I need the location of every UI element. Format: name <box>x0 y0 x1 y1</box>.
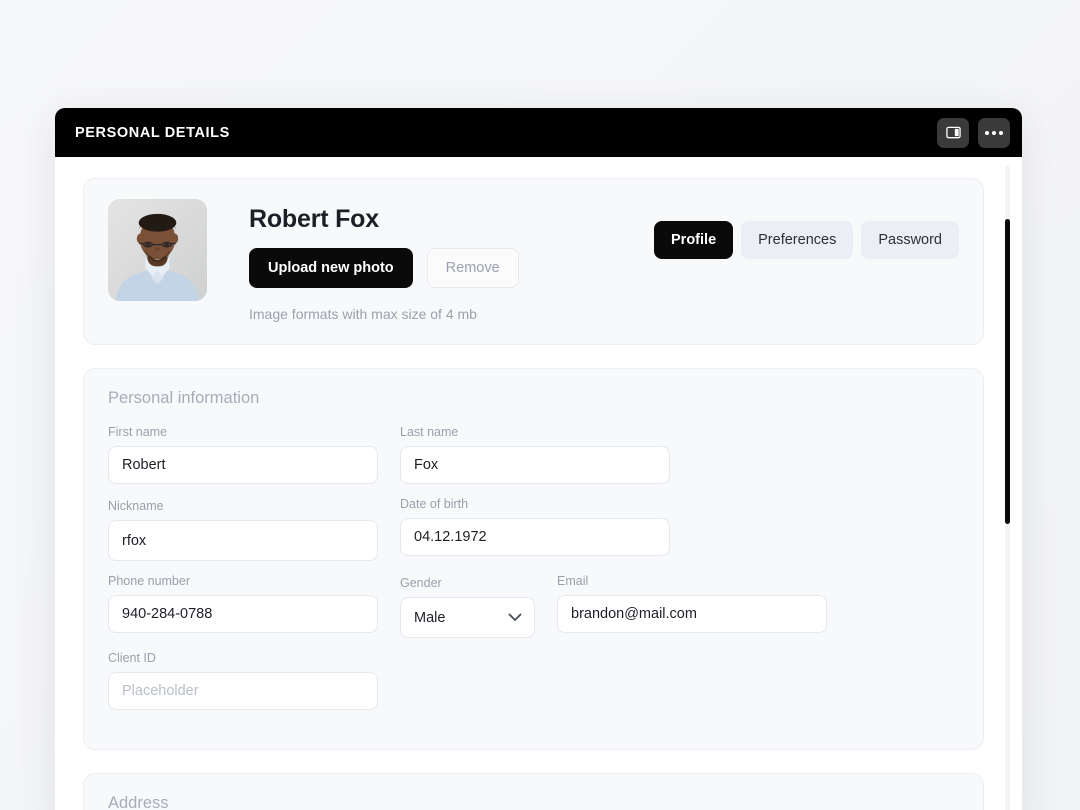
profile-photo-actions: Upload new photo Remove <box>249 248 654 288</box>
more-options-icon <box>985 130 1003 135</box>
page-title: Robert Fox <box>249 205 379 233</box>
profile-body: Robert Fox Upload new photo Remove Image… <box>249 199 654 322</box>
personal-information-title: Personal information <box>108 389 260 407</box>
tab-password[interactable]: Password <box>861 221 959 259</box>
profile-card: Robert Fox Upload new photo Remove Image… <box>83 178 984 345</box>
client-id-label: Client ID <box>108 651 156 665</box>
profile-tabs: Profile Preferences Password <box>654 221 959 259</box>
field-email: Email <box>557 574 827 638</box>
email-input[interactable] <box>557 595 827 633</box>
photo-hint-text: Image formats with max size of 4 mb <box>249 306 477 322</box>
field-first-name: First name <box>108 425 378 484</box>
titlebar-actions <box>937 117 1010 148</box>
scrollbar-thumb[interactable] <box>1005 219 1010 524</box>
remove-photo-button[interactable]: Remove <box>426 248 519 288</box>
first-name-label: First name <box>108 425 168 439</box>
panel-layout-icon <box>945 125 961 140</box>
app-window: PERSONAL DETAILS Robert Fox Upload new p… <box>55 108 1022 810</box>
personal-information-card: Personal information First name Last nam… <box>83 368 984 750</box>
last-name-label: Last name <box>400 425 459 439</box>
avatar <box>108 199 207 301</box>
gender-select-wrapper[interactable] <box>400 597 535 638</box>
personal-information-grid: First name Last name Nickname Date of bi… <box>108 425 959 723</box>
field-phone-number: Phone number <box>108 574 378 638</box>
nickname-input[interactable] <box>108 520 378 561</box>
scroll-content: Robert Fox Upload new photo Remove Image… <box>55 157 1022 810</box>
panel-layout-button[interactable] <box>937 117 969 148</box>
field-last-name: Last name <box>400 425 670 484</box>
tab-profile[interactable]: Profile <box>654 221 734 259</box>
upload-new-photo-button[interactable]: Upload new photo <box>249 248 413 288</box>
address-title: Address <box>108 794 169 810</box>
tab-preferences[interactable]: Preferences <box>741 221 854 259</box>
page-root: PERSONAL DETAILS Robert Fox Upload new p… <box>0 0 1080 810</box>
phone-number-label: Phone number <box>108 574 191 588</box>
scrollbar-track[interactable] <box>1005 165 1010 810</box>
phone-number-input[interactable] <box>108 595 378 633</box>
email-label: Email <box>557 574 589 588</box>
field-gender: Gender <box>400 574 535 638</box>
window-title: PERSONAL DETAILS <box>75 124 230 141</box>
nickname-label: Nickname <box>108 499 164 513</box>
date-of-birth-label: Date of birth <box>400 497 469 511</box>
gender-select[interactable] <box>400 597 535 638</box>
field-nickname: Nickname <box>108 497 378 561</box>
first-name-input[interactable] <box>108 446 378 484</box>
last-name-input[interactable] <box>400 446 670 484</box>
gender-label: Gender <box>400 576 442 590</box>
field-date-of-birth: Date of birth <box>400 497 670 561</box>
address-card: Address Adress 1 Address 2 <box>83 773 984 810</box>
date-of-birth-input[interactable] <box>400 518 670 556</box>
client-id-input[interactable] <box>108 672 378 710</box>
field-client-id: Client ID <box>108 651 378 710</box>
more-options-button[interactable] <box>978 117 1010 148</box>
window-titlebar: PERSONAL DETAILS <box>55 108 1022 157</box>
